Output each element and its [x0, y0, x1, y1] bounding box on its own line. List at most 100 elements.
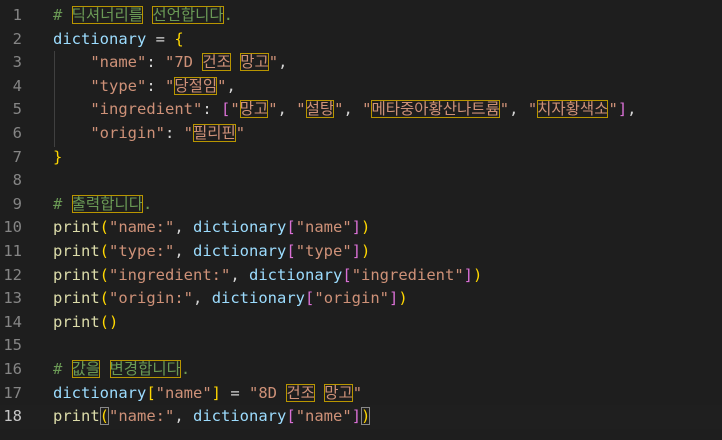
code-text[interactable]: # 출력합니다.: [53, 193, 152, 217]
code-text[interactable]: print("ingredient:", dictionary["ingredi…: [53, 264, 482, 288]
highlighted-token: 망고: [324, 383, 353, 402]
code-text[interactable]: "type": "당절임",: [53, 75, 236, 99]
line-number: 9: [12, 194, 22, 213]
code-token: ]: [389, 289, 399, 308]
code-line[interactable]: 6 "origin": "필리핀": [0, 122, 722, 146]
code-token: ,: [509, 100, 528, 119]
code-line[interactable]: 14 print(): [0, 311, 722, 335]
code-token: print: [53, 218, 100, 237]
code-text[interactable]: print("type:", dictionary["type"]): [53, 240, 370, 264]
code-token: "name": [295, 407, 352, 426]
code-token: [: [286, 218, 296, 237]
code-token: print: [53, 312, 100, 331]
code-token: [: [305, 289, 315, 308]
code-token: dictionary: [193, 218, 287, 237]
code-token: ": [235, 124, 246, 142]
code-line[interactable]: 5 "ingredient": ["망고", "설탕", "메타중아황산나트륨"…: [0, 98, 722, 122]
code-text[interactable]: print("origin:", dictionary["origin"]): [53, 287, 408, 311]
line-number: 4: [12, 76, 22, 95]
code-line[interactable]: 11 print("type:", dictionary["type"]): [0, 240, 722, 264]
line-number: 18: [3, 407, 22, 426]
code-token: "type": [90, 76, 147, 95]
code-line[interactable]: 12 print("ingredient:", dictionary["ingre…: [0, 264, 722, 288]
line-number: 10: [3, 218, 22, 237]
code-token: ": [165, 76, 175, 95]
highlighted-token: 설탕: [305, 100, 335, 119]
code-token: print: [53, 407, 100, 426]
code-token: "origin": [314, 289, 390, 308]
code-token: }: [53, 147, 63, 166]
code-token: [: [220, 100, 231, 119]
code-editor[interactable]: 1 # 딕셔너리를 선언합니다. 2 dictionary = {3 "name": …: [0, 0, 722, 440]
code-token: "type": [295, 242, 352, 260]
code-token: :: [164, 124, 184, 142]
code-text[interactable]: "name": "7D 건조 망고",: [53, 51, 287, 75]
code-token: #: [53, 194, 72, 213]
code-token: ": [352, 383, 363, 402]
code-token: ,: [174, 218, 194, 237]
highlighted-token: 망고: [239, 100, 269, 119]
code-token: ): [361, 407, 371, 426]
code-line[interactable]: 4 "type": "당절임",: [0, 75, 722, 99]
code-token: ": [183, 124, 193, 142]
code-line[interactable]: 2 dictionary = {: [0, 28, 722, 52]
code-line[interactable]: 17 dictionary["name"] = "8D 건조 망고": [0, 382, 722, 406]
code-line[interactable]: 16 # 값을 변경합니다.: [0, 358, 722, 382]
code-token: .: [142, 194, 153, 213]
code-token: [: [286, 407, 296, 426]
code-text[interactable]: # 딕셔너리를 선언합니다.: [53, 4, 233, 28]
highlighted-token: 망고: [240, 53, 269, 72]
code-line[interactable]: 13 print("origin:", dictionary["origin"]): [0, 287, 722, 311]
code-token: ": [527, 100, 538, 119]
code-text[interactable]: }: [53, 146, 62, 170]
code-token: dictionary: [53, 29, 147, 48]
code-text[interactable]: dictionary = {: [53, 28, 184, 52]
line-number: 12: [3, 265, 22, 284]
code-token: "name:": [109, 407, 175, 426]
highlighted-token: 값을: [71, 360, 101, 378]
code-token: ,: [277, 100, 297, 119]
code-text[interactable]: print("name:", dictionary["name"]): [53, 216, 370, 240]
code-token: ): [473, 265, 483, 284]
code-token: ,: [230, 265, 250, 284]
code-token: ]: [211, 383, 222, 402]
code-token: :: [202, 100, 221, 119]
code-token: :: [146, 76, 165, 95]
line-number: 15: [3, 336, 22, 355]
code-line[interactable]: 18 print("name:", dictionary["name"]): [0, 405, 722, 429]
code-text[interactable]: dictionary["name"] = "8D 건조 망고": [53, 382, 362, 406]
line-number: 8: [12, 171, 22, 190]
code-line[interactable]: 8: [0, 169, 722, 193]
code-token: dictionary: [193, 407, 287, 426]
code-line[interactable]: 3 "name": "7D 건조 망고",: [0, 51, 722, 75]
line-number: 7: [12, 147, 22, 166]
code-text[interactable]: # 값을 변경합니다.: [53, 358, 190, 382]
highlighted-token: 딕셔너리를: [71, 6, 143, 24]
code-token: (: [99, 265, 110, 284]
code-line[interactable]: 7}: [0, 146, 722, 170]
code-token: #: [53, 360, 72, 378]
code-text[interactable]: print("name:", dictionary["name"]): [53, 405, 371, 429]
code-line[interactable]: 9 # 출력합니다.: [0, 193, 722, 217]
highlighted-token: 필리핀: [193, 124, 236, 142]
code-line[interactable]: 15: [0, 334, 722, 358]
line-number: 3: [12, 53, 22, 72]
code-line[interactable]: 1 # 딕셔너리를 선언합니다.: [0, 4, 722, 28]
code-text[interactable]: print(): [53, 311, 118, 335]
code-text[interactable]: "ingredient": ["망고", "설탕", "메타중아황산나트륨", …: [53, 98, 637, 122]
code-token: {: [174, 29, 184, 48]
line-number: 5: [12, 100, 22, 119]
code-token: "7D: [165, 53, 203, 72]
code-text[interactable]: "origin": "필리핀": [53, 122, 245, 146]
code-token: ": [230, 100, 240, 119]
code-line[interactable]: 10 print("name:", dictionary["name"]): [0, 216, 722, 240]
code-token: ": [296, 100, 306, 119]
code-token: (): [99, 312, 119, 331]
code-token: ": [268, 53, 279, 72]
code-token: "name": [295, 218, 352, 237]
